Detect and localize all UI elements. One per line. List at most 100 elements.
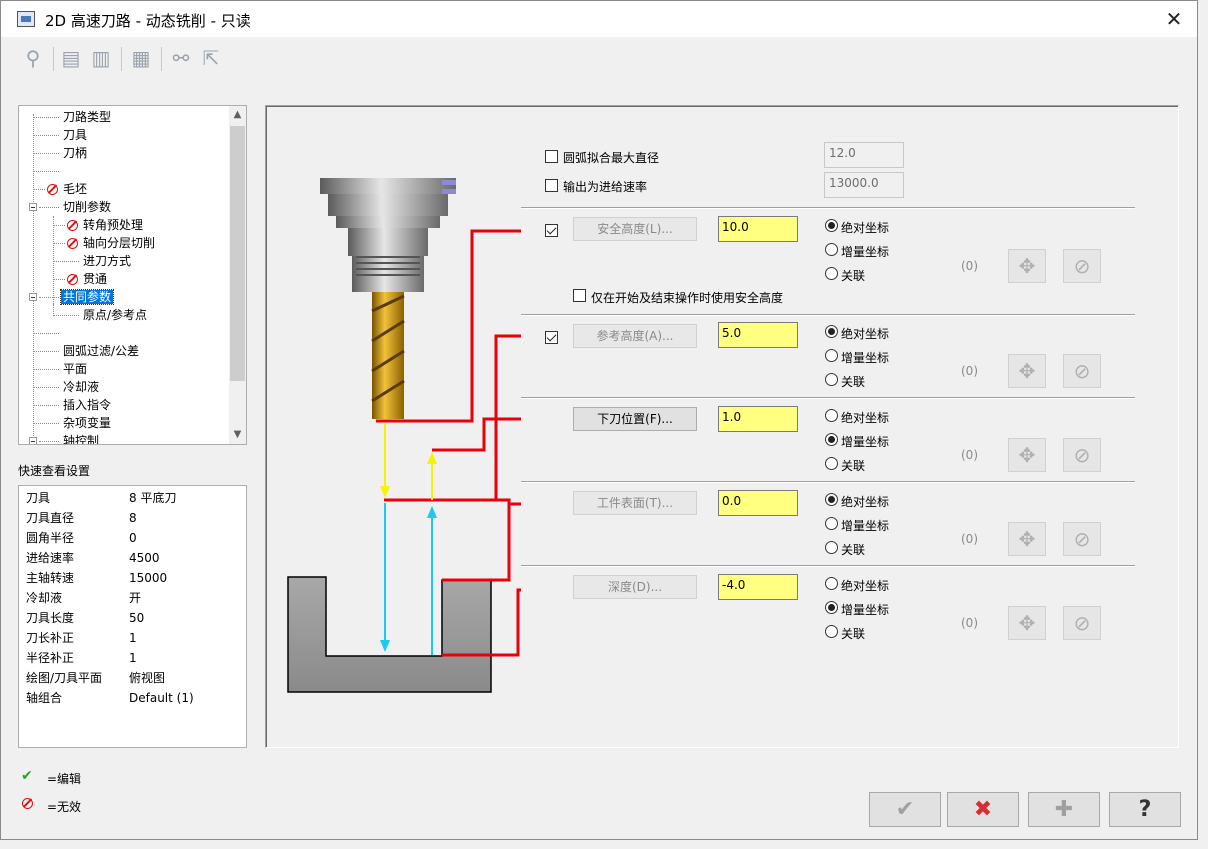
arc-fit-label: 圆弧拟合最大直径 bbox=[563, 151, 660, 165]
select-point-icon[interactable]: ✥ bbox=[1008, 522, 1046, 556]
feed-plane-abs-radio[interactable] bbox=[825, 409, 838, 422]
tree-item-label: 切削参数 bbox=[63, 200, 112, 214]
quick-view-value: 1 bbox=[129, 651, 137, 665]
parameter-tree[interactable]: 刀路类型 刀具 刀柄 毛坯 切削参数 转角预处理 轴向分层切削 进刀方式 贯通 … bbox=[18, 105, 247, 445]
clear-assoc-icon[interactable]: ⊘ bbox=[1063, 438, 1101, 472]
tree-item[interactable]: 转角预处理 bbox=[53, 217, 143, 234]
tree-item[interactable]: 插入指令 bbox=[33, 397, 111, 414]
clearance-assoc-count: (0) bbox=[961, 259, 978, 273]
quick-view-value: Default (1) bbox=[129, 691, 194, 705]
quick-view-row: 冷却液 开 bbox=[26, 588, 141, 608]
depth-value[interactable]: -4.0 bbox=[718, 574, 798, 600]
quick-view-list: 刀具 8 平底刀 刀具直径 8 圆角半径 0 进给速率 4500 主轴转速 15000 冷… bbox=[18, 485, 247, 748]
clearance-abs-radio[interactable] bbox=[825, 219, 838, 232]
output-feed-value: 13000.0 bbox=[824, 172, 904, 198]
tree-item[interactable] bbox=[33, 325, 63, 342]
depth-assoc-radio[interactable] bbox=[825, 625, 838, 638]
tree-item[interactable]: 刀具 bbox=[33, 127, 87, 144]
depth-inc-radio[interactable] bbox=[825, 601, 838, 614]
select-point-icon[interactable]: ✥ bbox=[1008, 249, 1046, 283]
add-button[interactable]: ✚ bbox=[1028, 792, 1100, 827]
top-of-stock-abs-radio[interactable] bbox=[825, 493, 838, 506]
tree-item[interactable]: 平面 bbox=[33, 361, 87, 378]
top-of-stock-value[interactable]: 0.0 bbox=[718, 490, 798, 516]
retract-assoc-radio[interactable] bbox=[825, 373, 838, 386]
quick-view-key: 刀具 bbox=[26, 491, 51, 505]
collapse-icon[interactable] bbox=[29, 203, 37, 211]
select-point-icon[interactable]: ✥ bbox=[1008, 354, 1046, 388]
calculator-icon[interactable]: ▦ bbox=[129, 45, 153, 71]
tree-item-selected[interactable]: 共同参数 bbox=[29, 289, 115, 306]
tree-item[interactable]: 进刀方式 bbox=[53, 253, 131, 270]
retract-abs-radio[interactable] bbox=[825, 325, 838, 338]
scroll-thumb[interactable] bbox=[230, 126, 245, 381]
only-start-end-label: 仅在开始及结束操作时使用安全高度 bbox=[591, 291, 784, 305]
select-point-icon[interactable]: ✥ bbox=[1008, 438, 1046, 472]
save-icon[interactable]: ▤ bbox=[59, 45, 83, 71]
retract-checkbox[interactable] bbox=[545, 331, 558, 344]
feed-plane-value[interactable]: 1.0 bbox=[718, 406, 798, 432]
clearance-button[interactable]: 安全高度(L)... bbox=[573, 217, 697, 241]
retract-value[interactable]: 5.0 bbox=[718, 322, 798, 348]
top-of-stock-assoc-radio[interactable] bbox=[825, 541, 838, 554]
radio-label: 绝对坐标 bbox=[841, 579, 890, 593]
tool-icon[interactable]: ⚲ bbox=[21, 45, 45, 71]
dialog-window: 2D 高速刀路 - 动态铣削 - 只读 ✕ ⚲ ▤ ▥ ▦ ⚯ ⇱ 刀路类型 刀… bbox=[0, 0, 1198, 840]
collapse-icon[interactable] bbox=[29, 437, 37, 444]
tree-item[interactable]: 冷却液 bbox=[33, 379, 99, 396]
scroll-down-icon[interactable]: ▼ bbox=[229, 426, 246, 443]
tree-item[interactable]: 刀路类型 bbox=[33, 109, 111, 126]
clearance-inc-radio[interactable] bbox=[825, 243, 838, 256]
tree-item-label: 平面 bbox=[63, 362, 88, 376]
close-button[interactable]: ✕ bbox=[1151, 1, 1197, 37]
tree-item-label: 刀具 bbox=[63, 128, 88, 142]
clear-assoc-icon[interactable]: ⊘ bbox=[1063, 522, 1101, 556]
feed-plane-inc-radio[interactable] bbox=[825, 433, 838, 446]
scroll-up-icon[interactable]: ▲ bbox=[229, 106, 246, 123]
feed-plane-assoc-radio[interactable] bbox=[825, 457, 838, 470]
radio-label: 绝对坐标 bbox=[841, 495, 890, 509]
invalid-icon bbox=[67, 274, 78, 285]
tree-item[interactable]: 切削参数 bbox=[29, 199, 112, 216]
export-icon[interactable]: ⇱ bbox=[199, 45, 223, 71]
top-of-stock-inc-radio[interactable] bbox=[825, 517, 838, 530]
clear-assoc-icon[interactable]: ⊘ bbox=[1063, 354, 1101, 388]
tree-item[interactable]: 刀柄 bbox=[33, 145, 87, 162]
arc-fit-checkbox[interactable] bbox=[545, 150, 558, 163]
tree-item[interactable]: 轴控制 bbox=[29, 433, 99, 444]
clear-assoc-icon[interactable]: ⊘ bbox=[1063, 606, 1101, 640]
depth-button[interactable]: 深度(D)... bbox=[573, 575, 697, 599]
depth-abs-radio[interactable] bbox=[825, 577, 838, 590]
tree-item-label: 进刀方式 bbox=[83, 254, 132, 268]
tree-item[interactable]: 原点/参考点 bbox=[53, 307, 147, 324]
quick-view-row: 刀长补正 1 bbox=[26, 628, 137, 648]
tree-item[interactable]: 毛坯 bbox=[33, 181, 87, 198]
clearance-checkbox[interactable] bbox=[545, 224, 558, 237]
help-button[interactable]: ? bbox=[1109, 792, 1181, 827]
quick-view-key: 进给速率 bbox=[26, 551, 75, 565]
tree-scrollbar[interactable]: ▲ ▼ bbox=[229, 106, 246, 444]
top-of-stock-button[interactable]: 工件表面(T)... bbox=[573, 491, 697, 515]
tree-item[interactable]: 贯通 bbox=[53, 271, 107, 288]
tree-item[interactable]: 轴向分层切削 bbox=[53, 235, 155, 252]
preview-icon[interactable]: ⚯ bbox=[169, 45, 193, 71]
clear-assoc-icon[interactable]: ⊘ bbox=[1063, 249, 1101, 283]
quick-view-value: 8 平底刀 bbox=[129, 491, 177, 505]
collapse-icon[interactable] bbox=[29, 293, 37, 301]
clearance-assoc-radio[interactable] bbox=[825, 267, 838, 280]
save-as-icon[interactable]: ▥ bbox=[89, 45, 113, 71]
tree-item[interactable]: 杂项变量 bbox=[33, 415, 111, 432]
feed-plane-button[interactable]: 下刀位置(F)... bbox=[573, 407, 697, 431]
retract-inc-radio[interactable] bbox=[825, 349, 838, 362]
clearance-value[interactable]: 10.0 bbox=[718, 216, 798, 242]
ok-button[interactable]: ✔ bbox=[869, 792, 941, 827]
quick-view-value: 0 bbox=[129, 531, 137, 545]
cancel-button[interactable]: ✖ bbox=[947, 792, 1019, 827]
quick-view-row: 进给速率 4500 bbox=[26, 548, 160, 568]
retract-button[interactable]: 参考高度(A)... bbox=[573, 324, 697, 348]
only-start-end-checkbox[interactable] bbox=[573, 289, 586, 302]
tree-item[interactable]: 圆弧过滤/公差 bbox=[33, 343, 139, 360]
tree-item[interactable] bbox=[33, 163, 63, 180]
select-point-icon[interactable]: ✥ bbox=[1008, 606, 1046, 640]
output-feed-checkbox[interactable] bbox=[545, 179, 558, 192]
